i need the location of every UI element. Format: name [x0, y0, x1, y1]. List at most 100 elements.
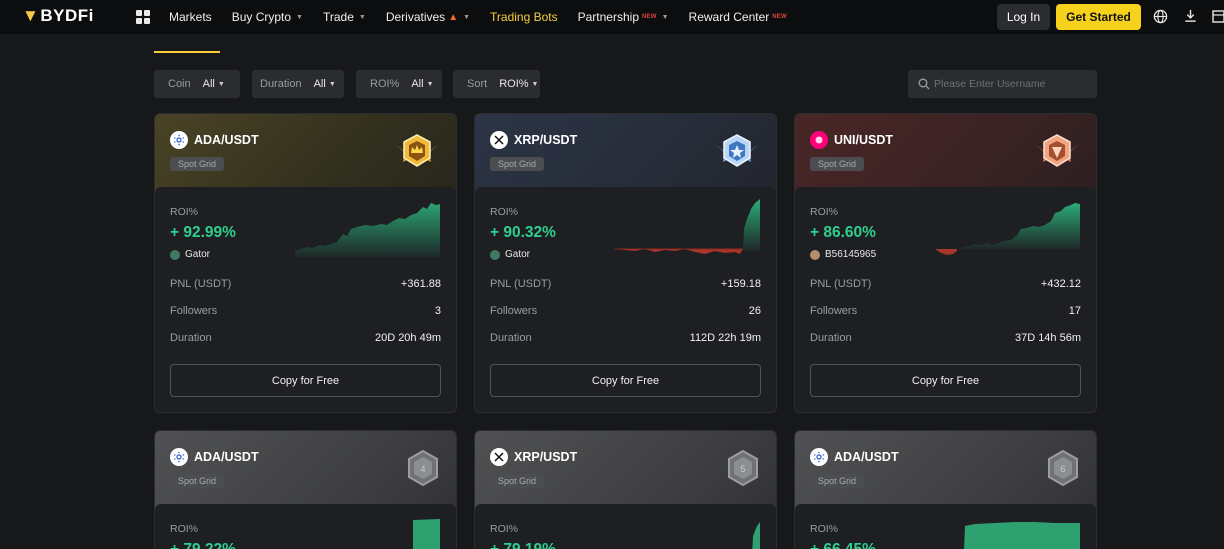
pnl-value: +159.18 [720, 278, 761, 290]
followers-value: 26 [748, 305, 761, 317]
get-started-button[interactable]: Get Started [1056, 4, 1141, 30]
duration-label: Duration [170, 332, 212, 344]
nav-label: Markets [169, 10, 212, 24]
nav-item-trading-bots[interactable]: Trading Bots [490, 10, 558, 24]
xrp-icon [490, 131, 508, 149]
login-button[interactable]: Log In [997, 4, 1050, 30]
apps-grid-icon[interactable] [136, 10, 150, 24]
copy-for-free-button[interactable]: Copy for Free [170, 364, 441, 397]
bydfi-logo[interactable]: ▼ BYDFi [22, 6, 94, 26]
duration-label: Duration [490, 332, 532, 344]
strategy-badge: Spot Grid [170, 157, 225, 171]
pnl-value: +361.88 [400, 278, 441, 290]
followers-row: Followers 17 [810, 305, 1081, 317]
roi-value: + 79.22% [170, 541, 236, 549]
nav-item-partnership[interactable]: Partnership NEW ▼ [578, 10, 669, 24]
logo-text: BYDFi [40, 6, 94, 25]
roi-sparkline [752, 522, 760, 549]
strategy-badge: Spot Grid [490, 474, 545, 488]
bot-card[interactable]: ADA/USDT Spot Grid 4 ROI% + 79.22% [154, 430, 457, 549]
roi-label: ROI% [170, 206, 199, 218]
rank-hexagon-icon: 4 [408, 449, 438, 487]
nav-item-derivatives[interactable]: Derivatives ▲ ▼ [386, 10, 470, 24]
strategy-badge: Spot Grid [810, 474, 865, 488]
nav-item-reward-center[interactable]: Reward Center NEW [689, 10, 787, 24]
roi-label: ROI% [490, 206, 519, 218]
copy-for-free-button[interactable]: Copy for Free [490, 364, 761, 397]
chevron-down-icon: ▼ [426, 80, 434, 88]
roi-label: ROI% [810, 206, 839, 218]
xrp-icon [490, 448, 508, 466]
roi-sparkline [295, 203, 440, 257]
nav-label: Trade [322, 10, 354, 24]
chevron-down-icon: ▼ [328, 80, 336, 88]
silver-medal-icon [715, 134, 759, 167]
roi-value: + 92.99% [170, 224, 236, 241]
trading-pair: UNI/USDT [834, 133, 894, 147]
bot-card[interactable]: ADA/USDT Spot Grid 6 ROI% + 66.45% [794, 430, 1097, 549]
rank-hexagon-icon: 6 [1048, 449, 1078, 487]
nav-item-markets[interactable]: Markets [169, 10, 212, 24]
pnl-value: +432.12 [1040, 278, 1081, 290]
filter-label: Coin [168, 78, 191, 90]
roi-value: + 86.60% [810, 224, 876, 241]
roi-value: + 79.19% [490, 541, 556, 549]
uniswap-icon [810, 131, 828, 149]
cardano-icon [170, 448, 188, 466]
filter-roi[interactable]: ROI% All ▼ [356, 70, 442, 98]
duration-row: Duration 20D 20h 49m [170, 332, 441, 344]
duration-row: Duration 112D 22h 19m [490, 332, 761, 344]
bronze-medal-icon [1035, 134, 1079, 167]
strategy-badge: Spot Grid [170, 474, 225, 488]
pnl-row: PNL (USDT) +432.12 [810, 278, 1081, 290]
trader-info[interactable]: Gator [170, 249, 210, 260]
followers-row: Followers 26 [490, 305, 761, 317]
bot-card[interactable]: UNI/USDT Spot Grid ROI% + 86.60% B561459… [794, 113, 1097, 413]
pnl-label: PNL (USDT) [170, 278, 232, 290]
globe-icon[interactable] [1153, 9, 1168, 24]
filter-value: ROI% [499, 78, 529, 90]
filter-duration[interactable]: Duration All ▼ [252, 70, 344, 98]
followers-label: Followers [810, 305, 858, 317]
nav-item-buy-crypto[interactable]: Buy Crypto ▼ [232, 10, 303, 24]
nav-label: Partnership [577, 10, 639, 24]
bot-card[interactable]: XRP/USDT Spot Grid ROI% + 90.32% Gator P… [474, 113, 777, 413]
filter-sort[interactable]: Sort ROI% ▼ [453, 70, 540, 98]
filter-coin[interactable]: Coin All ▼ [154, 70, 240, 98]
download-icon[interactable] [1183, 8, 1198, 23]
chevron-down-icon: ▼ [531, 80, 539, 88]
trader-info[interactable]: B56145965 [810, 249, 876, 260]
username-search [908, 70, 1097, 98]
trader-info[interactable]: Gator [490, 249, 530, 260]
trader-name: B56145965 [825, 249, 877, 260]
rank-number: 5 [740, 464, 745, 474]
active-tab-indicator [154, 51, 220, 53]
avatar [810, 249, 820, 260]
avatar [490, 249, 500, 260]
layout-icon[interactable] [1212, 10, 1224, 23]
trading-pair: XRP/USDT [514, 450, 578, 464]
logo-mark-icon: ▼ [22, 6, 40, 25]
trading-pair: ADA/USDT [194, 133, 259, 147]
chevron-down-icon: ▼ [217, 80, 225, 88]
duration-row: Duration 37D 14h 56m [810, 332, 1081, 344]
cardano-icon [170, 131, 188, 149]
chevron-down-icon: ▼ [358, 13, 366, 21]
main-menu: Markets Buy Crypto ▼ Trade ▼ Derivatives ▲ ▼… [169, 0, 807, 34]
nav-item-trade[interactable]: Trade ▼ [323, 10, 366, 24]
roi-sparkline [615, 199, 760, 254]
bot-card[interactable]: XRP/USDT Spot Grid 5 ROI% + 79.19% [474, 430, 777, 549]
chevron-down-icon: ▼ [463, 13, 471, 21]
cardano-icon [810, 448, 828, 466]
filter-value: All [313, 78, 326, 90]
trader-name: Gator [505, 249, 531, 260]
roi-value: + 90.32% [490, 224, 556, 241]
bot-card[interactable]: ADA/USDT Spot Grid ROI% + 92.99% Gator P… [154, 113, 457, 413]
username-search-input[interactable] [934, 78, 1094, 90]
top-nav: ▼ BYDFi Markets Buy Crypto ▼ Trade ▼ Deriv… [0, 0, 1224, 34]
trading-pair: XRP/USDT [514, 133, 578, 147]
filter-value: All [202, 78, 215, 90]
followers-value: 17 [1068, 305, 1081, 317]
pnl-row: PNL (USDT) +361.88 [170, 278, 441, 290]
copy-for-free-button[interactable]: Copy for Free [810, 364, 1081, 397]
